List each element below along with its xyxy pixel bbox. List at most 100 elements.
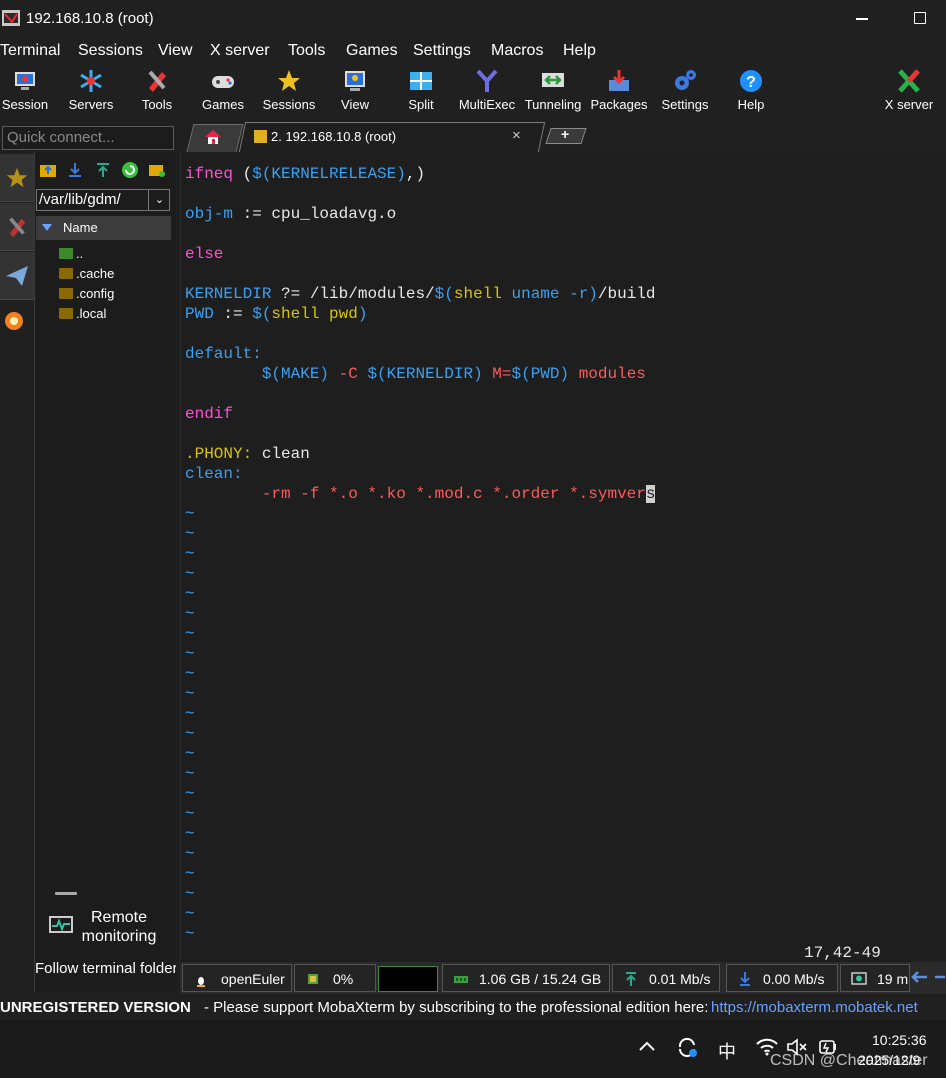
split-button[interactable]: Split (386, 64, 456, 120)
folder-icon (59, 288, 73, 299)
menu-games[interactable]: Games (346, 42, 398, 60)
empty-line-tilde: ~ (185, 845, 195, 863)
servers-icon (80, 70, 102, 92)
empty-line-tilde: ~ (185, 805, 195, 823)
terminal-line: .PHONY: clean (185, 444, 310, 464)
menu-settings[interactable]: Settings (413, 42, 471, 60)
arrow-left-icon[interactable] (932, 970, 946, 984)
quick-connect-input[interactable]: Quick connect... (2, 126, 174, 150)
terminal-line: $(MAKE) -C $(KERNELDIR) M=$(PWD) modules (185, 364, 646, 384)
terminal-cursor: s (645, 485, 656, 503)
terminal-token: ) (588, 285, 598, 303)
watermark: CSDN @Cheatmaster (770, 1052, 928, 1069)
path-input[interactable]: /var/lib/gdm/ ⌄ (36, 189, 170, 211)
star-icon (278, 70, 300, 91)
status-os: openEuler (182, 964, 292, 992)
monitor-icon (49, 916, 73, 933)
packages-button[interactable]: Packages (584, 64, 654, 120)
terminal-token: PWD (185, 305, 214, 323)
empty-line-tilde: ~ (185, 605, 195, 623)
empty-line-tilde: ~ (185, 665, 195, 683)
view-icon (345, 71, 365, 91)
status-download: 0.00 Mb/s (726, 964, 838, 992)
settings-button[interactable]: Settings (650, 64, 720, 120)
chevron-down-icon[interactable]: ⌄ (148, 190, 170, 210)
terminal-token: $(KERNELDIR) (367, 365, 483, 383)
terminal-token: uname -r (511, 285, 589, 303)
view-button[interactable]: View (320, 64, 390, 120)
empty-line-tilde: ~ (185, 645, 195, 663)
tools-button[interactable]: Tools (122, 64, 192, 120)
menu-view[interactable]: View (158, 42, 192, 60)
splitter-handle[interactable] (55, 892, 77, 895)
folder-icon (59, 268, 73, 279)
toolbar: Session Servers Tools Games Sessions Vie… (0, 64, 946, 120)
terminal-token: shell (271, 305, 320, 323)
arrow-left-icon[interactable] (910, 970, 928, 984)
terminal-token: $(PWD) (511, 365, 570, 383)
parent-folder-icon (59, 248, 73, 259)
empty-line-tilde: ~ (185, 825, 195, 843)
upload-icon[interactable] (95, 162, 111, 178)
download-icon[interactable] (67, 162, 83, 178)
parent-folder-icon[interactable] (40, 162, 56, 178)
star-icon (6, 167, 28, 188)
terminal-line: -rm -f *.o *.ko *.mod.c *.order *.symver… (185, 484, 656, 504)
name-column-header[interactable]: Name (36, 216, 171, 240)
macros-icon[interactable] (4, 311, 24, 331)
app-icon (2, 10, 20, 26)
terminal-view[interactable]: ifneq ($(KERNELRELEASE),) obj-m := cpu_lo… (180, 152, 946, 960)
chevron-up-icon[interactable] (638, 1040, 656, 1052)
follow-terminal-folder-checkbox[interactable]: Follow terminal folder (35, 960, 176, 977)
close-tab-icon[interactable]: × (512, 127, 521, 144)
empty-line-tilde: ~ (185, 785, 195, 803)
menu-macros[interactable]: Macros (491, 42, 543, 60)
gears-icon (675, 70, 696, 90)
sidebar-sftp-tab[interactable] (0, 252, 34, 300)
x-server-button[interactable]: X server (874, 64, 944, 120)
empty-line-tilde: ~ (185, 545, 195, 563)
empty-line-tilde: ~ (185, 865, 195, 883)
empty-line-tilde: ~ (185, 725, 195, 743)
terminal-token: := (213, 305, 253, 323)
terminal-token: modules (569, 365, 646, 383)
sidebar-tools-tab[interactable] (0, 203, 34, 251)
servers-button[interactable]: Servers (56, 64, 126, 120)
terminal-line: else (185, 244, 223, 264)
new-folder-icon[interactable] (149, 162, 165, 178)
session-button[interactable]: Session (0, 64, 60, 120)
sessions-button[interactable]: Sessions (254, 64, 324, 120)
help-icon: ? (740, 70, 762, 92)
x-server-icon (898, 69, 920, 93)
terminal-token: -rm -f *.o *.ko *.mod.c *.order *.symver (261, 485, 646, 503)
multiexec-icon (476, 69, 498, 92)
menu-x-server[interactable]: X server (210, 42, 270, 60)
multiexec-button[interactable]: MultiExec (452, 64, 522, 120)
clock-time[interactable]: 10:25:36 (872, 1032, 927, 1048)
sidebar-sessions-tab[interactable] (0, 154, 34, 202)
help-button[interactable]: ? Help (716, 64, 786, 120)
ime-indicator[interactable]: 中 (718, 1038, 736, 1064)
terminal-token: := cpu_loadavg.o (233, 205, 397, 223)
tunneling-button[interactable]: Tunneling (518, 64, 588, 120)
maximize-button[interactable] (914, 12, 926, 24)
terminal-token: pwd (329, 305, 358, 323)
remote-monitoring-button[interactable]: Remote monitoring (35, 904, 176, 950)
paper-plane-icon (6, 266, 28, 286)
terminal-token: $( (434, 285, 454, 303)
menu-help[interactable]: Help (563, 42, 596, 60)
menu-terminal[interactable]: Terminal (0, 42, 60, 60)
sync-icon[interactable] (676, 1036, 698, 1058)
refresh-icon[interactable] (122, 162, 138, 178)
status-bar: openEuler 0% 1.06 GB / 15.24 GB 0.01 Mb/… (180, 962, 946, 994)
clock-icon (851, 972, 867, 985)
games-button[interactable]: Games (188, 64, 258, 120)
minimize-button[interactable] (856, 18, 868, 20)
menu-tools[interactable]: Tools (288, 42, 325, 60)
split-icon (410, 72, 432, 90)
menu-sessions[interactable]: Sessions (78, 42, 143, 60)
vim-ruler: 17,42-49 (804, 944, 881, 962)
subscribe-link[interactable]: https://mobaxterm.mobatek.net (711, 999, 918, 1016)
